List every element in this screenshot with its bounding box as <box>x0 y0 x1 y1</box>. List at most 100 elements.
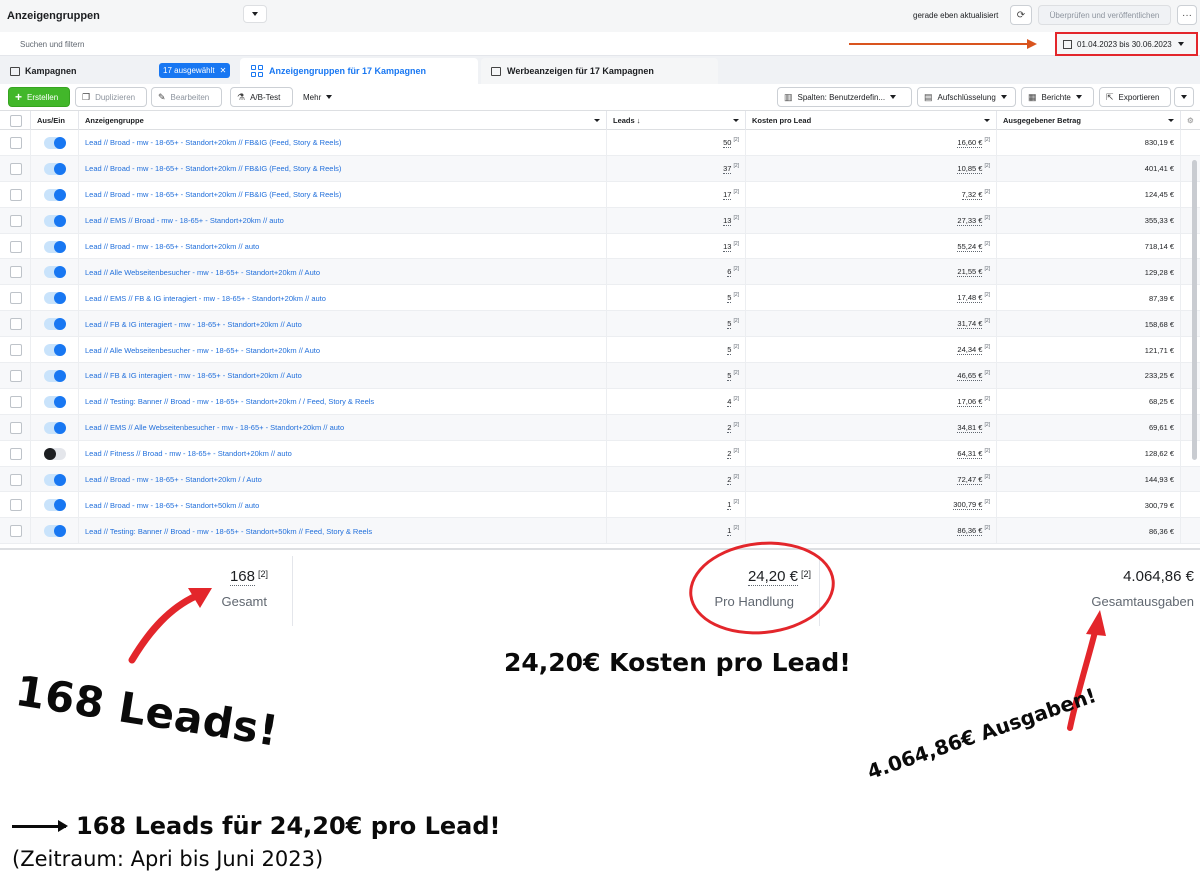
status-toggle[interactable] <box>43 240 66 253</box>
status-toggle[interactable] <box>43 188 66 201</box>
adset-name-link[interactable]: Lead // FB & IG interagiert - mw - 18-65… <box>79 311 607 338</box>
status-toggle[interactable] <box>43 369 66 382</box>
row-checkbox[interactable] <box>10 369 22 382</box>
adset-name-link[interactable]: Lead // Broad - mw - 18-65+ - Standort+2… <box>79 130 607 156</box>
status-toggle[interactable] <box>43 136 66 149</box>
tab-adsets[interactable]: Anzeigengruppen für 17 Kampagnen <box>240 58 478 84</box>
table-row[interactable]: Lead // Testing: Banner // Broad - mw - … <box>0 388 1200 415</box>
ab-test-button[interactable]: ⚗ A/B-Test <box>230 87 293 107</box>
table-row[interactable]: Lead // Broad - mw - 18-65+ - Standort+2… <box>0 466 1200 493</box>
row-checkbox[interactable] <box>10 499 22 512</box>
columns-button[interactable]: ▥ Spalten: Benutzerdefin... <box>777 87 912 107</box>
adset-name-link[interactable]: Lead // Broad - mw - 18-65+ - Standort+5… <box>79 492 607 519</box>
row-checkbox[interactable] <box>10 447 22 460</box>
column-header-leads[interactable]: Leads ↓ <box>607 111 746 130</box>
adset-name-link[interactable]: Lead // Broad - mw - 18-65+ - Standort+2… <box>79 155 607 182</box>
table-row[interactable]: Lead // Testing: Banner // Broad - mw - … <box>0 518 1200 545</box>
adset-name-link[interactable]: Lead // Alle Webseitenbesucher - mw - 18… <box>79 259 607 286</box>
adset-name-link[interactable]: Lead // Fitness // Broad - mw - 18-65+ -… <box>79 440 607 467</box>
status-toggle[interactable] <box>43 395 66 408</box>
table-row[interactable]: Lead // Broad - mw - 18-65+ - Standort+2… <box>0 130 1200 156</box>
status-toggle[interactable] <box>43 525 66 538</box>
tab-campaigns[interactable]: Kampagnen <box>10 58 77 84</box>
row-checkbox-cell <box>0 492 31 519</box>
column-header-cpl[interactable]: Kosten pro Lead <box>746 111 997 130</box>
row-checkbox[interactable] <box>10 395 22 408</box>
status-toggle[interactable] <box>43 473 66 486</box>
adset-name-link[interactable]: Lead // EMS // Broad - mw - 18-65+ - Sta… <box>79 207 607 234</box>
column-header-spent[interactable]: Ausgegebener Betrag <box>997 111 1181 130</box>
row-checkbox[interactable] <box>10 473 22 486</box>
row-checkbox-cell <box>0 207 31 234</box>
cpl-value: 86,36 € <box>957 526 983 537</box>
date-range-picker[interactable]: 01.04.2023 bis 30.06.2023 <box>1055 32 1198 56</box>
row-checkbox[interactable] <box>10 318 22 331</box>
status-toggle[interactable] <box>43 499 66 512</box>
adset-name-link[interactable]: Lead // Testing: Banner // Broad - mw - … <box>79 518 607 545</box>
close-icon[interactable]: ✕ <box>220 66 227 75</box>
create-button[interactable]: + Erstellen <box>8 87 70 107</box>
cpl-value: 16,60 € <box>957 137 983 148</box>
adset-name-link[interactable]: Lead // Broad - mw - 18-65+ - Standort+2… <box>79 233 607 260</box>
row-checkbox[interactable] <box>10 266 22 279</box>
status-toggle[interactable] <box>43 421 66 434</box>
more-button[interactable]: Mehr <box>297 87 345 107</box>
row-checkbox[interactable] <box>10 136 22 149</box>
reports-button[interactable]: ▦ Berichte <box>1021 87 1094 107</box>
table-row[interactable]: Lead // EMS // FB & IG interagiert - mw … <box>0 285 1200 312</box>
search-input[interactable] <box>6 35 826 53</box>
more-options-button[interactable]: ··· <box>1177 5 1197 25</box>
status-toggle[interactable] <box>43 162 66 175</box>
table-row[interactable]: Lead // Alle Webseitenbesucher - mw - 18… <box>0 259 1200 286</box>
table-row[interactable]: Lead // Broad - mw - 18-65+ - Standort+2… <box>0 181 1200 208</box>
adset-name-link[interactable]: Lead // Broad - mw - 18-65+ - Standort+2… <box>79 181 607 208</box>
status-toggle[interactable] <box>43 318 66 331</box>
status-toggle[interactable] <box>43 447 66 460</box>
adset-name-link[interactable]: Lead // Broad - mw - 18-65+ - Standort+2… <box>79 466 607 493</box>
status-toggle[interactable] <box>43 344 66 357</box>
adset-name-link[interactable]: Lead // FB & IG interagiert - mw - 18-65… <box>79 363 607 389</box>
row-checkbox[interactable] <box>10 162 22 175</box>
table-row[interactable]: Lead // EMS // Alle Webseitenbesucher - … <box>0 414 1200 441</box>
row-checkbox[interactable] <box>10 421 22 434</box>
column-settings-button[interactable]: ⚙ <box>1181 111 1200 130</box>
breakdown-button[interactable]: ▤ Aufschlüsselung <box>917 87 1016 107</box>
refresh-button[interactable]: ⟳ <box>1010 5 1032 25</box>
table-scrollbar[interactable] <box>1192 160 1197 460</box>
row-checkbox[interactable] <box>10 292 22 305</box>
row-checkbox[interactable] <box>10 214 22 227</box>
adset-name-link[interactable]: Lead // Testing: Banner // Broad - mw - … <box>79 388 607 415</box>
column-header-toggle[interactable]: Aus/Ein <box>31 111 79 130</box>
table-row[interactable]: Lead // EMS // Broad - mw - 18-65+ - Sta… <box>0 207 1200 234</box>
edit-button[interactable]: ✎ Bearbeiten <box>151 87 222 107</box>
table-row[interactable]: Lead // Broad - mw - 18-65+ - Standort+2… <box>0 233 1200 260</box>
adset-name-link[interactable]: Lead // EMS // FB & IG interagiert - mw … <box>79 285 607 312</box>
cpl-cell: 17,06 € [2] <box>746 388 997 415</box>
adset-name-link[interactable]: Lead // Alle Webseitenbesucher - mw - 18… <box>79 337 607 364</box>
export-button[interactable]: ⇱ Exportieren <box>1099 87 1171 107</box>
row-toggle-cell <box>31 466 79 493</box>
tab-ads[interactable]: Werbeanzeigen für 17 Kampagnen <box>481 58 718 84</box>
status-toggle[interactable] <box>43 214 66 227</box>
publish-button[interactable]: Überprüfen und veröffentlichen <box>1038 5 1171 25</box>
adset-name-link[interactable]: Lead // EMS // Alle Webseitenbesucher - … <box>79 414 607 441</box>
row-checkbox[interactable] <box>10 525 22 538</box>
status-toggle[interactable] <box>43 266 66 279</box>
table-row[interactable]: Lead // FB & IG interagiert - mw - 18-65… <box>0 363 1200 389</box>
table-row[interactable]: Lead // Broad - mw - 18-65+ - Standort+2… <box>0 155 1200 182</box>
annotation-spent: 4.064,86€ Ausgaben! <box>864 683 1100 784</box>
column-header-name[interactable]: Anzeigengruppe <box>79 111 607 130</box>
row-checkbox[interactable] <box>10 344 22 357</box>
table-row[interactable]: Lead // FB & IG interagiert - mw - 18-65… <box>0 311 1200 338</box>
export-dropdown-button[interactable] <box>1174 87 1194 107</box>
title-dropdown-button[interactable] <box>243 5 267 23</box>
row-checkbox[interactable] <box>10 240 22 253</box>
select-all-checkbox[interactable] <box>10 114 22 127</box>
table-row[interactable]: Lead // Alle Webseitenbesucher - mw - 18… <box>0 337 1200 364</box>
table-row[interactable]: Lead // Fitness // Broad - mw - 18-65+ -… <box>0 440 1200 467</box>
status-toggle[interactable] <box>43 292 66 305</box>
selection-pill[interactable]: 17 ausgewählt ✕ <box>159 63 231 78</box>
duplicate-button[interactable]: ❐ Duplizieren <box>75 87 147 107</box>
table-row[interactable]: Lead // Broad - mw - 18-65+ - Standort+5… <box>0 492 1200 519</box>
row-checkbox[interactable] <box>10 188 22 201</box>
